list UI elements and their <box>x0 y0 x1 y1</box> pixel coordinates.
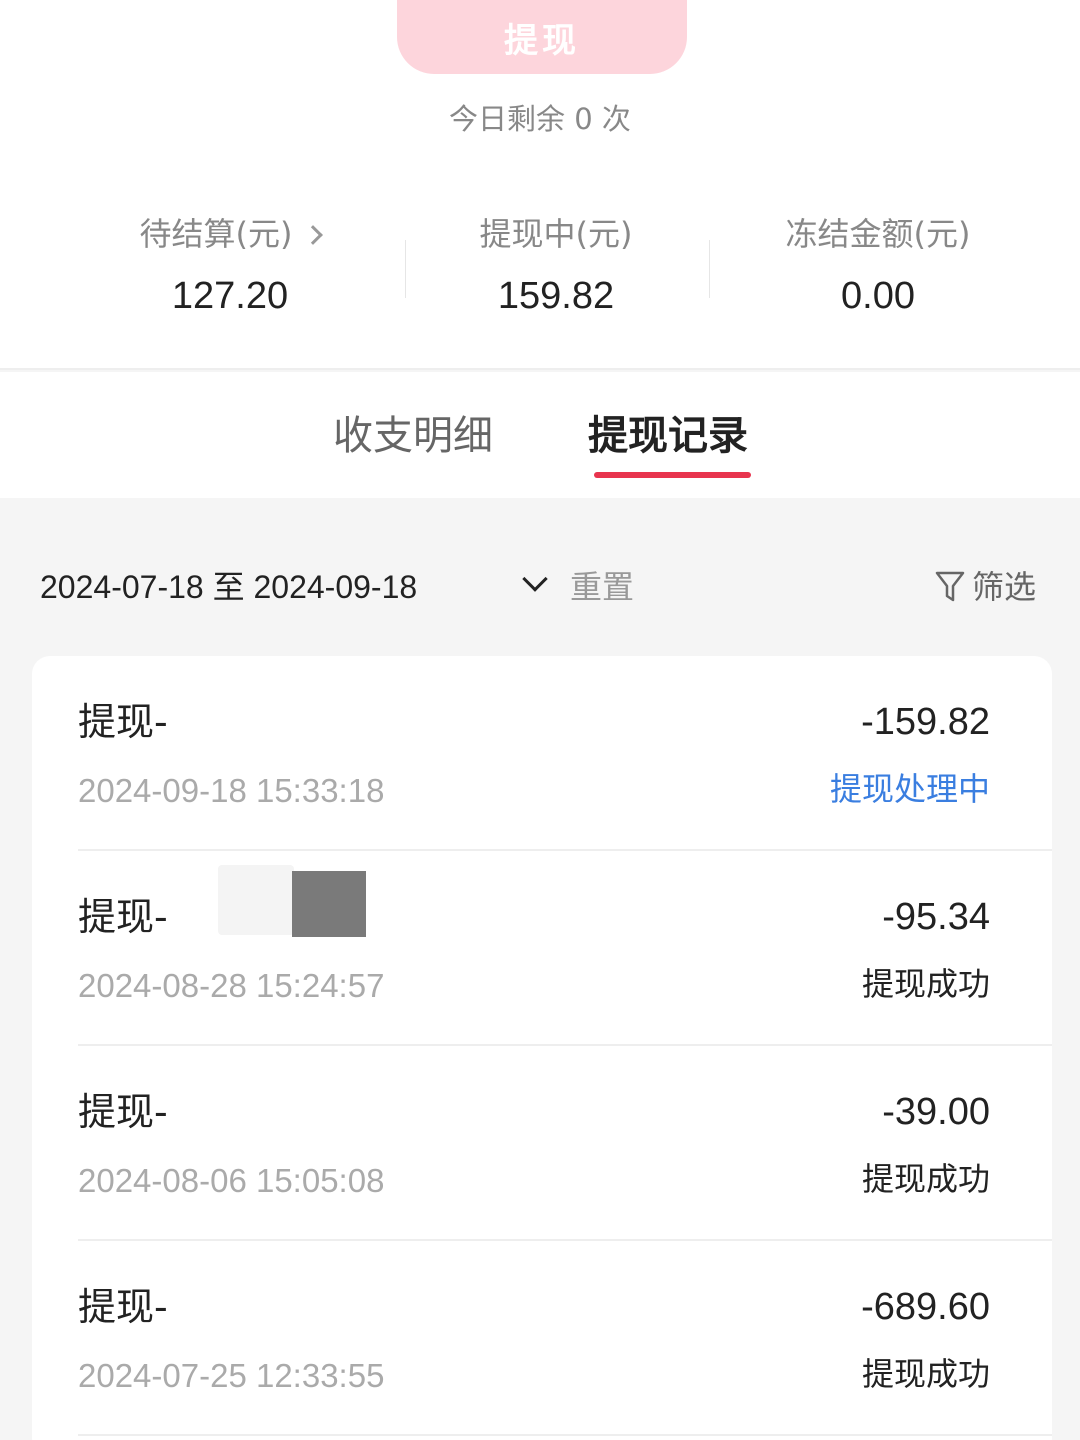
record-time: 2024-07-25 12:33:55 <box>78 1357 385 1394</box>
filter-bar: 2024-07-18 至 2024-09-18 重置 筛选 <box>0 556 1080 616</box>
record-amount: -689.60 <box>861 1286 990 1328</box>
date-range-picker[interactable]: 2024-07-18 至 2024-09-18 <box>40 562 417 612</box>
summary-panel: 提现 今日剩余 0 次 待结算(元) 127.20 提现中(元) 159.82 … <box>0 0 1080 370</box>
record-status: 提现成功 <box>861 1355 990 1393</box>
withdraw-button[interactable]: 提现 <box>397 0 687 74</box>
redaction-block <box>218 865 294 935</box>
stat-withdrawing: 提现中(元) 159.82 <box>426 206 686 326</box>
tab-withdrawal-records[interactable]: 提现记录 <box>588 406 758 466</box>
withdrawal-record-list: 提现- 2024-09-18 15:33:18 -159.82 提现处理中 提现… <box>32 656 1052 1440</box>
stat-value-pending: 127.20 <box>171 275 289 317</box>
chevron-right-icon <box>303 225 324 245</box>
stat-pending-settlement[interactable]: 待结算(元) 127.20 <box>100 206 360 326</box>
stat-label-withdrawing: 提现中(元) <box>479 215 633 253</box>
record-status: 提现成功 <box>861 1160 990 1198</box>
record-time: 2024-08-28 15:24:57 <box>78 967 385 1004</box>
list-item[interactable]: 提现- 2024-08-28 15:24:57 -95.34 提现成功 <box>32 851 1052 1046</box>
record-status: 提现处理中 <box>829 770 990 808</box>
filter-icon <box>935 571 965 602</box>
record-time: 2024-08-06 15:05:08 <box>78 1162 385 1199</box>
record-amount: -95.34 <box>882 896 990 938</box>
record-status: 提现成功 <box>861 965 990 1003</box>
tab-income-expense-details[interactable]: 收支明细 <box>333 406 503 466</box>
stat-divider <box>709 240 710 298</box>
tab-bar: 收支明细 提现记录 <box>0 372 1080 498</box>
filter-label: 筛选 <box>972 568 1037 606</box>
record-amount: -159.82 <box>861 701 990 743</box>
list-item[interactable]: 提现- 2024-09-18 15:33:18 -159.82 提现处理中 <box>32 656 1052 851</box>
stat-label-frozen: 冻结金额(元) <box>785 215 971 253</box>
stat-divider <box>405 240 406 298</box>
filter-button[interactable]: 筛选 <box>934 562 1044 612</box>
record-amount: -39.00 <box>882 1091 990 1133</box>
chevron-down-icon[interactable] <box>522 566 548 592</box>
list-item[interactable]: 提现- 2024-07-25 12:33:55 -689.60 提现成功 <box>32 1241 1052 1436</box>
stat-value-withdrawing: 159.82 <box>497 275 615 317</box>
remaining-count-text: 今日剩余 0 次 <box>449 102 631 136</box>
active-tab-indicator <box>594 472 751 478</box>
divider <box>78 1434 1052 1436</box>
record-title: 提现- <box>78 700 168 744</box>
record-title: 提现- <box>78 1285 168 1329</box>
stat-frozen: 冻结金额(元) 0.00 <box>738 206 1018 326</box>
record-title: 提现- <box>78 1090 168 1134</box>
list-item[interactable]: 提现- 2024-08-06 15:05:08 -39.00 提现成功 <box>32 1046 1052 1241</box>
record-time: 2024-09-18 15:33:18 <box>78 772 385 809</box>
stat-value-frozen: 0.00 <box>841 275 915 317</box>
record-title: 提现- <box>78 895 168 939</box>
reset-button[interactable]: 重置 <box>570 562 634 612</box>
stat-label-pending: 待结算(元) <box>139 215 293 253</box>
redaction-block <box>292 871 366 937</box>
